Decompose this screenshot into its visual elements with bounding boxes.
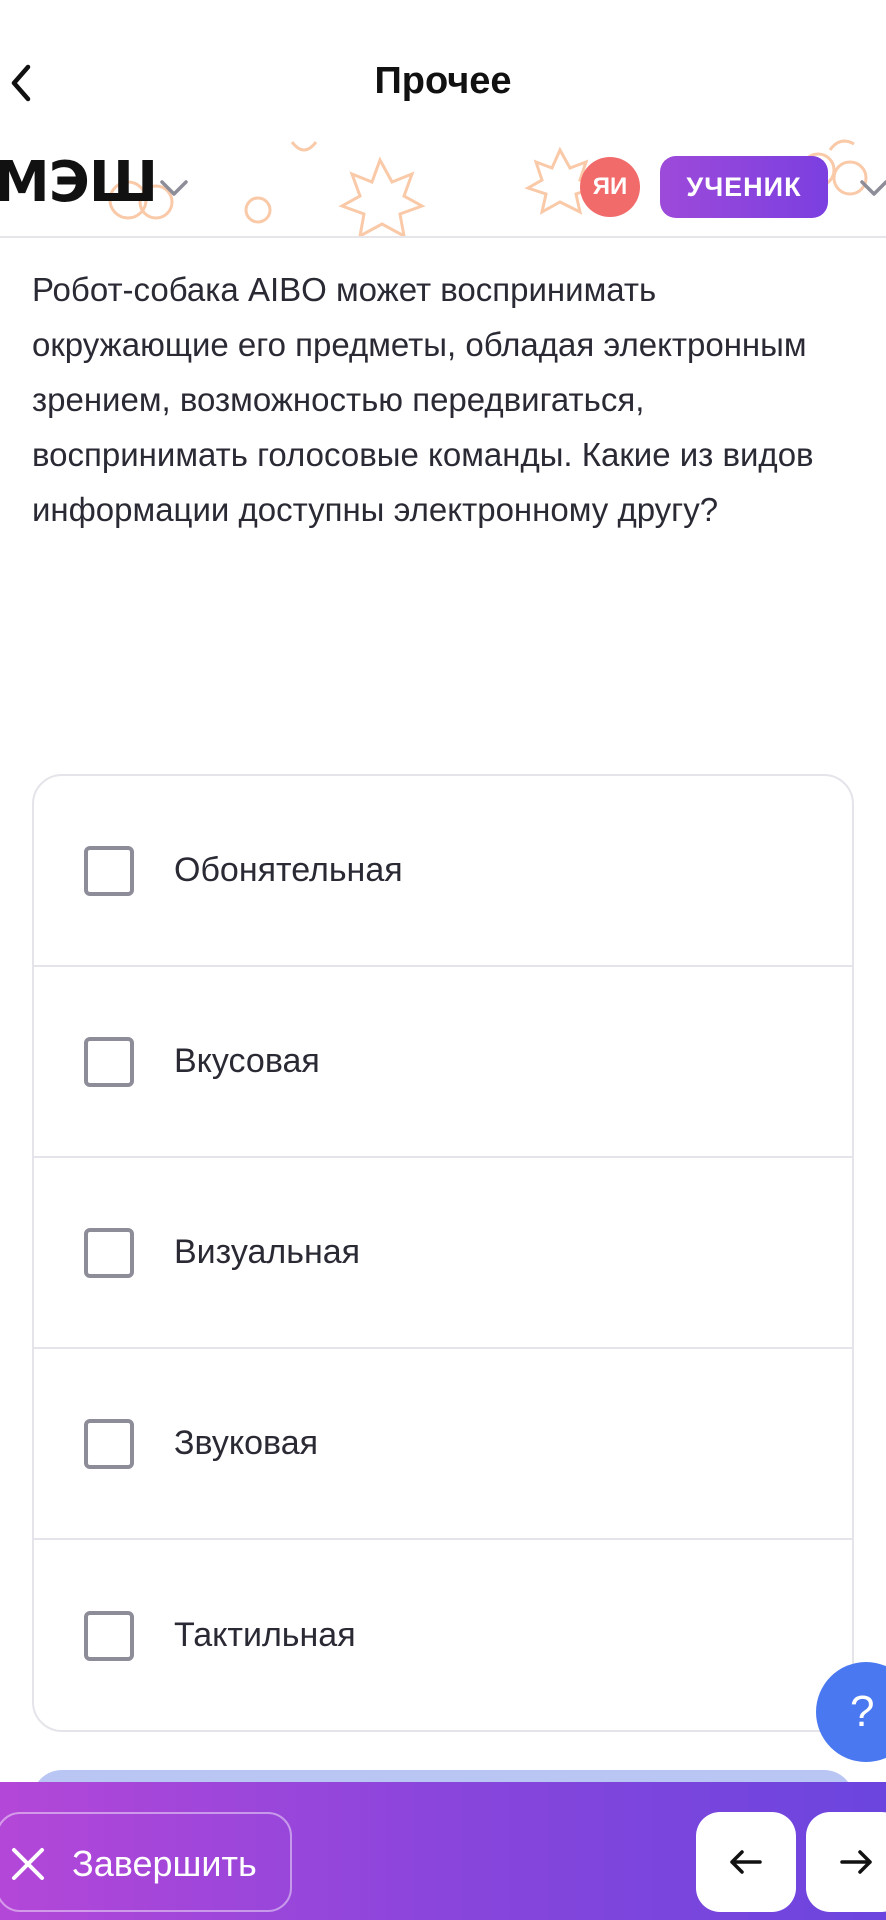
checkbox[interactable] bbox=[84, 1418, 134, 1469]
answer-list: Обонятельная Вкусовая Визуальная Звукова… bbox=[32, 774, 854, 1732]
checkbox[interactable] bbox=[84, 845, 134, 896]
answer-label: Вкусовая bbox=[174, 1042, 320, 1080]
answer-option[interactable]: Звуковая bbox=[34, 1349, 852, 1540]
answer-option[interactable]: Обонятельная bbox=[34, 776, 852, 967]
bottom-bar: Завершить bbox=[0, 1782, 886, 1920]
answer-option[interactable]: Вкусовая bbox=[34, 967, 852, 1158]
answer-label: Обонятельная bbox=[174, 851, 403, 889]
next-button[interactable] bbox=[806, 1812, 886, 1912]
previous-button[interactable] bbox=[696, 1812, 796, 1912]
role-badge[interactable]: УЧЕНИК bbox=[660, 156, 828, 218]
brand-bar: МЭШ ЯИ УЧЕНИК bbox=[0, 130, 886, 238]
answer-option[interactable]: Тактильная bbox=[34, 1540, 852, 1730]
finish-button[interactable]: Завершить bbox=[0, 1812, 292, 1912]
checkbox[interactable] bbox=[84, 1227, 134, 1278]
checkbox[interactable] bbox=[84, 1610, 134, 1661]
arrow-right-icon bbox=[840, 1850, 872, 1874]
answer-label: Звуковая bbox=[174, 1424, 319, 1462]
avatar[interactable]: ЯИ bbox=[580, 157, 640, 217]
arrow-left-icon bbox=[730, 1850, 762, 1874]
checkbox[interactable] bbox=[84, 1036, 134, 1087]
finish-label: Завершить bbox=[72, 1843, 257, 1884]
mesh-logo[interactable]: МЭШ bbox=[0, 150, 158, 215]
chevron-down-icon[interactable] bbox=[156, 170, 192, 206]
question-text: Робот-собака AIBO может воспринимать окр… bbox=[32, 271, 814, 528]
answer-label: Визуальная bbox=[174, 1233, 361, 1271]
page-title: Прочее bbox=[374, 60, 512, 102]
role-chevron-down-icon[interactable] bbox=[856, 170, 886, 206]
answer-label: Тактильная bbox=[174, 1616, 356, 1654]
answer-option[interactable]: Визуальная bbox=[34, 1158, 852, 1349]
close-icon bbox=[12, 1848, 44, 1880]
